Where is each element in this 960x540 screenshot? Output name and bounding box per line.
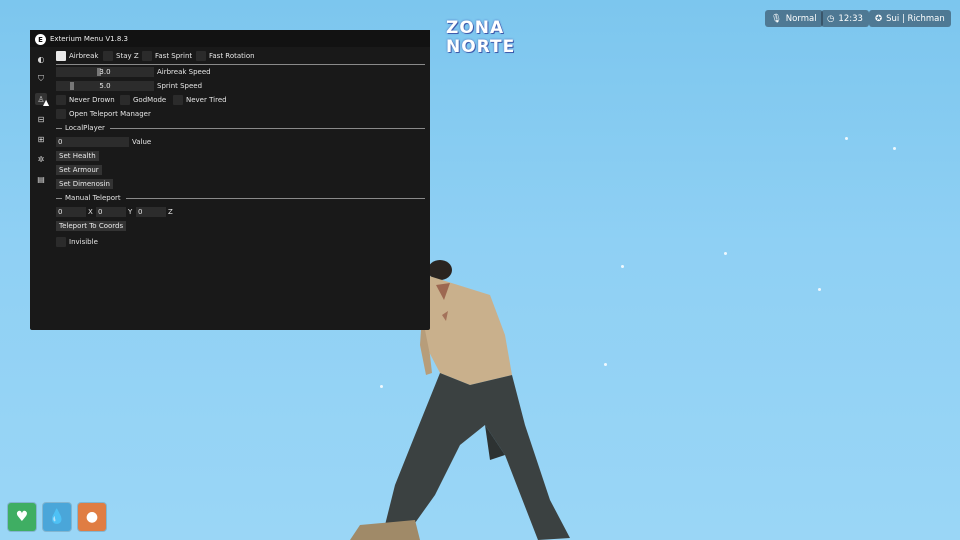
invisible-checkbox[interactable] [56,237,66,247]
fast-sprint-label: Fast Sprint [155,52,193,60]
building-icon[interactable]: ▤ [35,173,47,185]
never-tired-checkbox[interactable] [173,95,183,105]
separator [56,128,62,129]
car-icon[interactable]: ⊟ [35,113,47,125]
airbreak-speed-label: Airbreak Speed [157,68,211,76]
open-teleport-checkbox[interactable] [56,109,66,119]
separator [56,64,425,65]
fast-rotation-label: Fast Rotation [209,52,255,60]
teleport-to-coords-button[interactable]: Teleport To Coords [56,221,127,231]
settings-icon[interactable]: ◐ [35,53,47,65]
sprint-speed-slider[interactable]: 5.0 [56,81,154,91]
invisible-label: Invisible [69,238,98,246]
sprint-speed-label: Sprint Speed [157,82,203,90]
never-tired-label: Never Tired [186,96,227,104]
snow-particle [893,147,896,150]
server-logo: ZONA NORTE [444,18,518,58]
separator [126,198,425,199]
godmode-checkbox[interactable] [120,95,130,105]
snow-particle [724,252,727,255]
slider-knob[interactable] [70,82,74,90]
snow-particle [845,137,848,140]
coord-x-label: X [88,208,93,216]
microphone-icon: 🎙 [771,13,782,24]
section-localplayer: LocalPlayer [65,124,105,132]
coord-z-input[interactable]: 0 [136,207,166,217]
network-icon[interactable]: ⊞ [35,133,47,145]
value-input[interactable]: 0 [56,137,129,147]
stay-z-checkbox[interactable] [103,51,113,61]
airbreak-speed-value: 3.0 [99,68,111,76]
shield-icon[interactable]: ⛉ [35,73,47,85]
separator [56,198,62,199]
snow-particle [621,265,624,268]
player-name: Sui | Richman [886,13,945,24]
coord-y-input[interactable]: 0 [96,207,126,217]
value-label: Value [132,138,152,146]
player-icon: ✪ [875,13,883,24]
clock-indicator: ◷ 12:33 [821,10,869,27]
clock-time: 12:33 [838,13,863,24]
airbreak-checkbox[interactable] [56,51,66,61]
fast-sprint-checkbox[interactable] [142,51,152,61]
set-dimension-button[interactable]: Set Dimenosin [56,179,113,189]
open-teleport-label: Open Teleport Manager [69,110,151,118]
snow-particle [604,363,607,366]
mod-menu-window: E Exterium Menu V1.8.3 ◐ ⛉ ♙ ⊟ ⊞ ✲ ▤ ▲ A… [30,30,430,330]
stay-z-label: Stay Z [116,52,139,60]
coord-y-label: Y [128,208,133,216]
logo-line-2: NORTE [446,37,516,57]
water-status-icon: 💧 [43,503,71,531]
set-health-button[interactable]: Set Health [56,151,99,161]
set-armour-button[interactable]: Set Armour [56,165,102,175]
coord-z-label: Z [168,208,173,216]
godmode-label: GodMode [133,96,167,104]
health-status-icon: ♥ [8,503,36,531]
never-drown-checkbox[interactable] [56,95,66,105]
voice-mode-text: Normal [785,13,817,24]
fast-rotation-checkbox[interactable] [196,51,206,61]
voice-indicator: 🎙 Normal [765,10,823,27]
snow-particle [818,288,821,291]
section-manual-teleport: Manual Teleport [65,194,121,202]
airbreak-speed-slider[interactable]: 3.0 [56,67,154,77]
separator [110,128,425,129]
menu-logo-icon: E [35,34,46,45]
gear-icon[interactable]: ✲ [35,153,47,165]
food-status-icon: ● [78,503,106,531]
logo-line-1: ZONA [446,18,505,38]
sprint-speed-value: 5.0 [99,82,111,90]
mouse-cursor-icon: ▲ [43,98,50,107]
menu-title: Exterium Menu V1.8.3 [50,35,128,43]
never-drown-label: Never Drown [69,96,115,104]
player-indicator: ✪ Sui | Richman [869,10,951,27]
coord-x-input[interactable]: 0 [56,207,86,217]
airbreak-label: Airbreak [69,52,99,60]
clock-icon: ◷ [827,13,835,24]
